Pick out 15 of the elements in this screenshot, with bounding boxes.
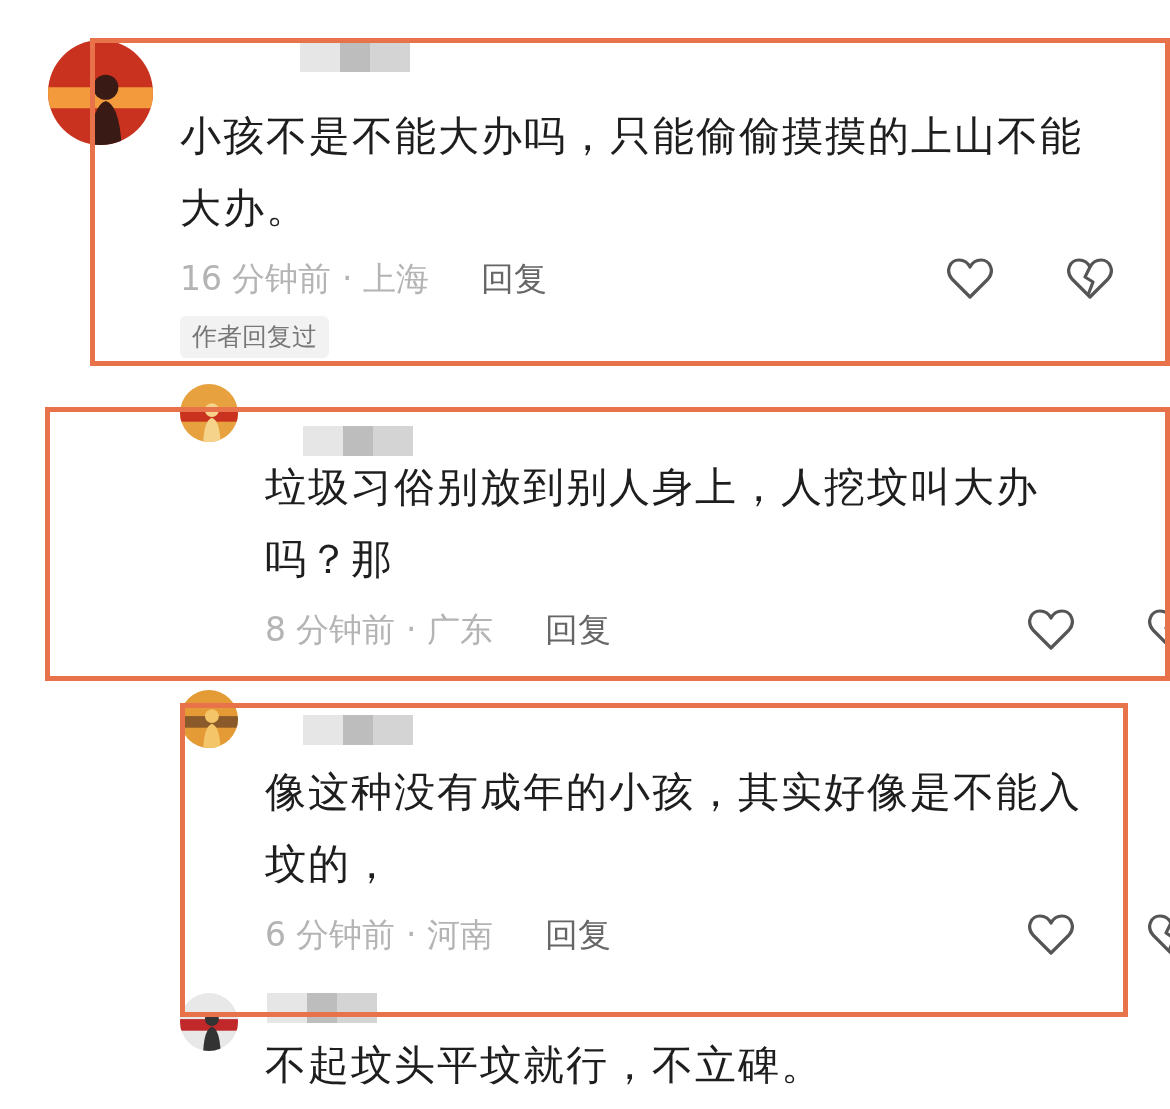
heart-icon[interactable] (1027, 607, 1075, 652)
reply-link[interactable]: 回复 (544, 909, 611, 960)
comment-time-location: 16 分钟前 · 上海 (180, 258, 429, 301)
heart-icon[interactable] (946, 257, 994, 301)
comment-text: 像这种没有成年的小孩，其实好像是不能入坟的， (265, 766, 1083, 890)
comment-time-location: 8 分钟前 · 广东 (265, 608, 493, 651)
author-replied-tag: 作者回复过 (180, 316, 329, 358)
reply-link[interactable]: 回复 (480, 254, 547, 304)
heart-icon[interactable] (1027, 912, 1075, 957)
comment-text: 垃圾习俗别放到别人身上，人挖坟叫大办吗？那 (265, 461, 1040, 585)
comment-text: 小孩不是不能大办吗，只能偷偷摸摸的上山不能大办。 (180, 111, 1084, 234)
broken-heart-icon[interactable] (1066, 257, 1114, 301)
comment-text: 不起坟头平坟就行，不立碑。 (265, 1039, 825, 1091)
reply-link[interactable]: 回复 (544, 604, 611, 655)
comment-time-location: 6 分钟前 · 河南 (265, 913, 493, 956)
